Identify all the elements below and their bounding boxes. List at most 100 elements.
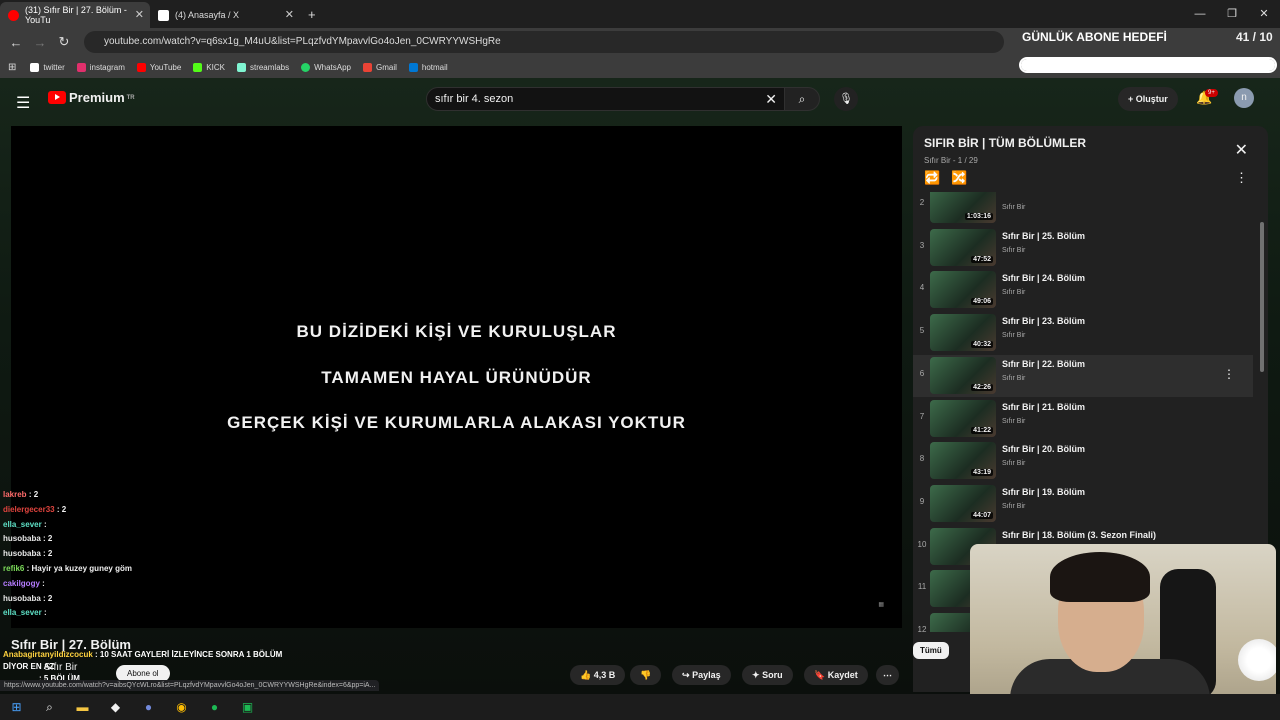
- playlist-item[interactable]: 9 44:07 Sıfır Bir | 19. Bölüm Sıfır Bir: [913, 483, 1253, 525]
- file-explorer-icon[interactable]: ▬: [66, 700, 99, 714]
- item-title[interactable]: Sıfır Bir | 20. Bölüm: [1002, 444, 1085, 454]
- share-button[interactable]: ↪ Paylaş: [672, 665, 731, 685]
- duration-badge: 42:26: [971, 383, 993, 391]
- spotify-icon[interactable]: ●: [198, 700, 231, 714]
- item-index: 5: [919, 326, 925, 336]
- item-title[interactable]: Sıfır Bir | 22. Bölüm: [1002, 359, 1085, 369]
- minimize-icon[interactable]: —: [1184, 0, 1216, 28]
- video-thumbnail[interactable]: 41:22: [930, 399, 996, 437]
- item-index: 11: [917, 582, 927, 592]
- playlist-item[interactable]: 2 1:03:16 Sıfır Bir: [913, 192, 1253, 226]
- menu-icon[interactable]: ☰: [16, 93, 30, 113]
- bookmark-gmail[interactable]: Gmail: [363, 62, 397, 72]
- bookmark-twitter[interactable]: twitter: [30, 62, 65, 72]
- duration-badge: 40:32: [971, 341, 993, 349]
- item-title[interactable]: Sıfır Bir | 21. Bölüm: [1002, 402, 1085, 412]
- item-channel: Sıfır Bir: [1002, 289, 1026, 297]
- item-index: 7: [919, 411, 925, 421]
- duration-badge: 1:03:16: [964, 213, 993, 220]
- url-field[interactable]: youtube.com/watch?v=q6sx1g_M4uU&list=PLq…: [84, 31, 1004, 53]
- video-thumbnail[interactable]: 44:07: [930, 484, 996, 522]
- app-icon[interactable]: ▣: [231, 700, 264, 714]
- voice-search-icon[interactable]: 🎙: [834, 87, 858, 111]
- shuffle-icon[interactable]: 🔀: [951, 170, 967, 186]
- browser-tab-x[interactable]: (4) Anasayfa / X ✕: [150, 2, 300, 28]
- chat-text: : 2: [56, 504, 67, 514]
- close-tab-icon[interactable]: ✕: [135, 8, 144, 21]
- reload-icon[interactable]: ↻: [52, 34, 76, 50]
- playlist-item[interactable]: 7 41:22 Sıfır Bir | 21. Bölüm Sıfır Bir: [913, 398, 1253, 440]
- forward-icon[interactable]: →: [28, 35, 52, 50]
- chat-user: lakreb: [3, 490, 27, 499]
- clear-search-icon[interactable]: ✕: [765, 88, 777, 110]
- avatar[interactable]: n: [1234, 88, 1254, 108]
- stream-chat-overlay: lakreb : 2 dielergecer33 : 2 ella_sever :h…: [3, 488, 303, 621]
- playlist-item[interactable]: 8 43:19 Sıfır Bir | 20. Bölüm Sıfır Bir: [913, 440, 1253, 482]
- browser-tab-youtube[interactable]: (31) Sıfır Bir | 27. Bölüm - YouTu ✕: [0, 2, 150, 28]
- close-icon[interactable]: ✕: [1235, 140, 1248, 160]
- instagram-icon: [76, 62, 86, 72]
- duration-badge: 49:06: [971, 298, 993, 306]
- item-title[interactable]: Sıfır Bir | 25. Bölüm: [1002, 231, 1085, 241]
- item-index: 9: [919, 496, 925, 506]
- filter-chip-all[interactable]: Tümü: [913, 642, 949, 659]
- save-button[interactable]: 🔖 Kaydet: [804, 665, 868, 685]
- bookmark-kick[interactable]: KICK: [193, 62, 225, 72]
- video-thumbnail[interactable]: 43:19: [930, 442, 996, 480]
- loop-icon[interactable]: 🔁: [924, 170, 940, 186]
- item-title[interactable]: Sıfır Bir | 19. Bölüm: [1002, 487, 1085, 497]
- playlist-menu-icon[interactable]: ⋮: [1235, 170, 1248, 186]
- search-button[interactable]: ⌕: [784, 87, 820, 111]
- apps-grid-icon[interactable]: ⊞: [8, 62, 16, 73]
- bookmark-instagram[interactable]: instagram: [76, 62, 125, 72]
- hotmail-icon: [408, 62, 418, 72]
- bookmark-hotmail[interactable]: hotmail: [408, 62, 448, 72]
- create-button[interactable]: + Oluştur: [1118, 87, 1178, 111]
- search-icon[interactable]: ⌕: [33, 700, 66, 715]
- bookmark-streamlabs[interactable]: streamlabs: [236, 62, 289, 72]
- playlist-item[interactable]: 6 42:26 Sıfır Bir | 22. Bölüm Sıfır Bir ⋮: [913, 354, 1253, 397]
- item-title[interactable]: Sıfır Bir | 23. Bölüm: [1002, 316, 1085, 326]
- new-tab-icon[interactable]: +: [308, 7, 316, 22]
- dislike-button[interactable]: 👎: [630, 665, 662, 685]
- channel-name[interactable]: Sıfır Bir: [44, 662, 77, 673]
- chat-message: ella_sever :: [3, 518, 303, 533]
- item-title[interactable]: Sıfır Bir | 18. Bölüm (3. Sezon Finali): [1002, 530, 1156, 540]
- item-title[interactable]: Sıfır Bir | 24. Bölüm: [1002, 273, 1085, 283]
- more-actions-icon[interactable]: ⋯: [876, 665, 899, 685]
- restore-icon[interactable]: ❐: [1216, 0, 1248, 28]
- video-thumbnail[interactable]: 42:26: [930, 356, 996, 394]
- scrollbar-thumb[interactable]: [1260, 222, 1264, 372]
- chrome-icon[interactable]: ◉: [165, 700, 198, 714]
- video-thumbnail[interactable]: 49:06: [930, 271, 996, 309]
- playlist-item[interactable]: 4 49:06 Sıfır Bir | 24. Bölüm Sıfır Bir: [913, 269, 1253, 311]
- kick-icon: [193, 62, 203, 72]
- search-input[interactable]: sıfır bir 4. sezon ✕: [426, 87, 786, 111]
- youtube-logo[interactable]: Premium TR: [48, 90, 135, 105]
- ask-button[interactable]: ✦ Soru: [742, 665, 793, 685]
- chat-message: husobaba : 2: [3, 532, 303, 547]
- chat-text: :: [43, 608, 47, 618]
- bookmark-youtube[interactable]: YouTube: [136, 62, 181, 72]
- windows-start-icon[interactable]: ⊞: [0, 700, 33, 714]
- playlist-item[interactable]: 5 40:32 Sıfır Bir | 23. Bölüm Sıfır Bir: [913, 312, 1253, 354]
- close-tab-icon[interactable]: ✕: [285, 8, 294, 21]
- video-thumbnail[interactable]: 47:52: [930, 228, 996, 266]
- chat-user: dielergecer33: [3, 504, 55, 514]
- bookmark-whatsapp[interactable]: WhatsApp: [301, 62, 351, 72]
- app-icon[interactable]: ◆: [99, 700, 132, 714]
- item-menu-icon[interactable]: ⋮: [1223, 367, 1235, 381]
- playlist-item[interactable]: 3 47:52 Sıfır Bir | 25. Bölüm Sıfır Bir: [913, 227, 1253, 269]
- close-window-icon[interactable]: ✕: [1248, 0, 1280, 28]
- discord-icon[interactable]: ●: [132, 700, 165, 714]
- video-thumbnail[interactable]: 40:32: [930, 314, 996, 352]
- chat-message: refik6 : Hayir ya kuzey guney göm: [3, 562, 303, 577]
- item-channel: Sıfır Bir: [1002, 246, 1026, 254]
- gmail-icon: [363, 62, 372, 72]
- sparkle-icon: ✦: [752, 670, 760, 680]
- like-button[interactable]: 👍 4,3 B: [570, 665, 626, 685]
- back-icon[interactable]: ←: [4, 35, 28, 50]
- chat-message: husobaba : 2: [3, 547, 303, 562]
- thumbs-up-icon: 👍: [580, 670, 592, 680]
- video-thumbnail[interactable]: 1:03:16: [930, 192, 996, 223]
